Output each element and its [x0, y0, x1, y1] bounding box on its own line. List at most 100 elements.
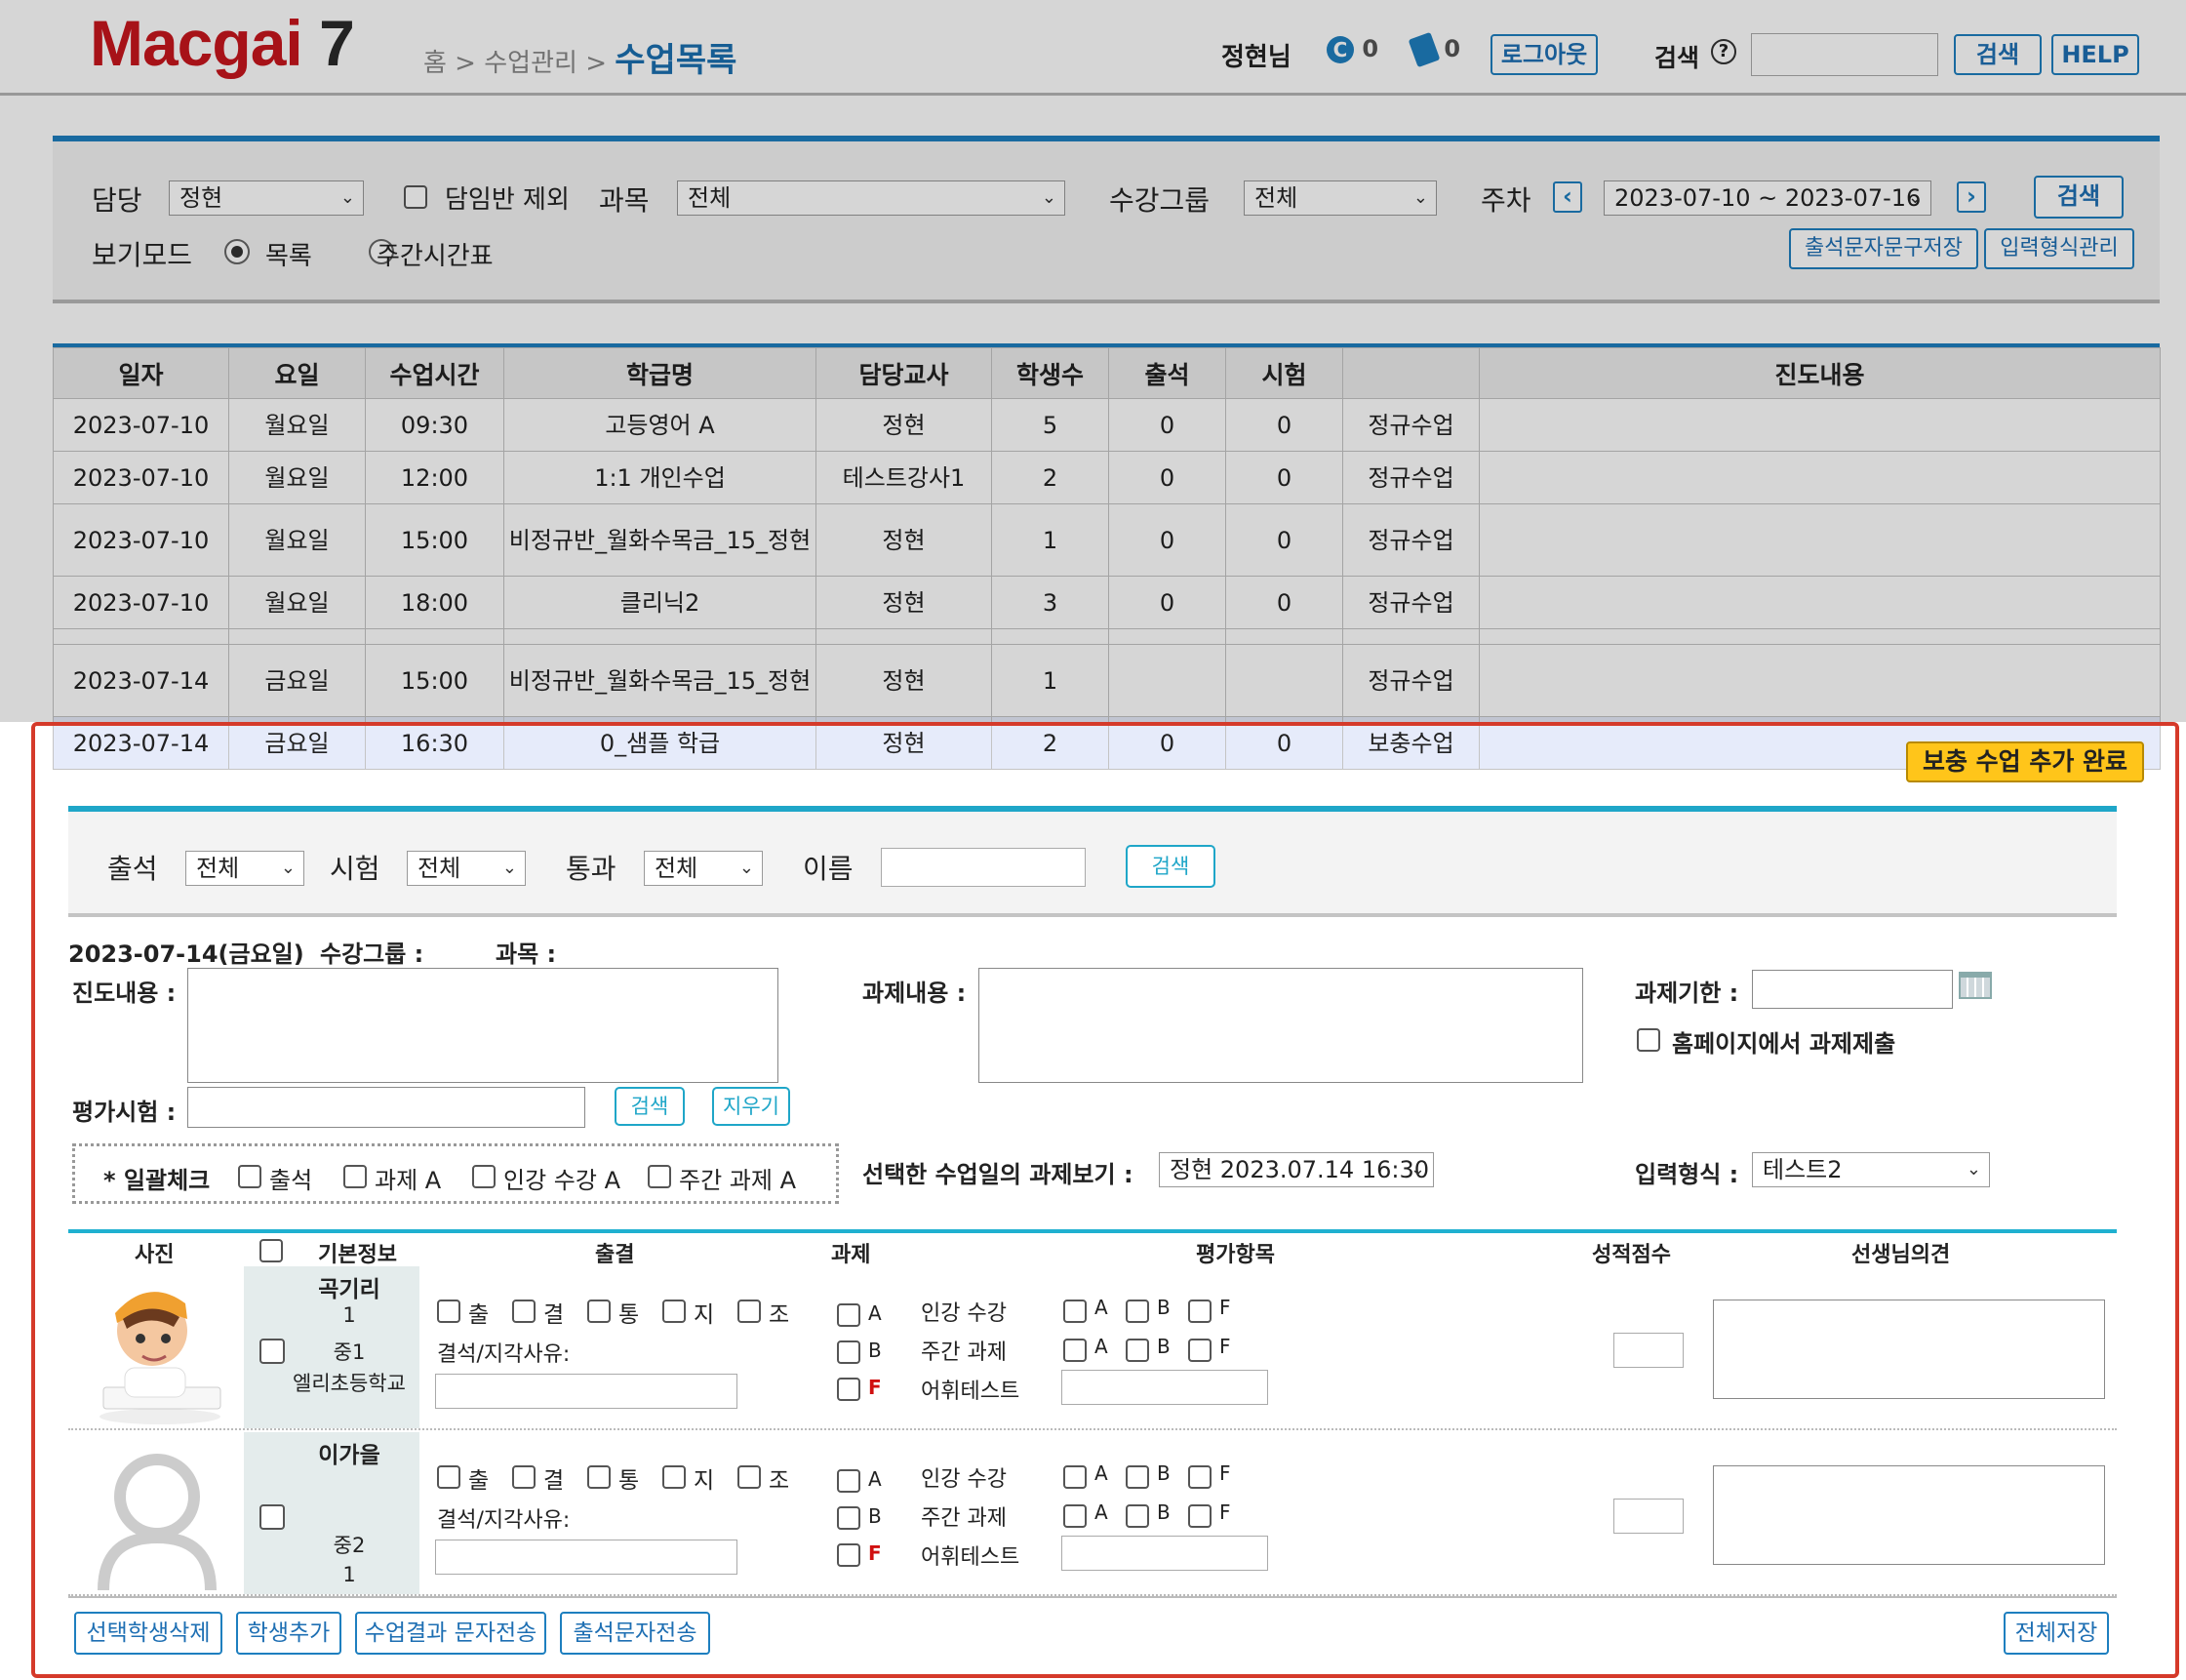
bulk-hw-checkbox[interactable]: [343, 1165, 367, 1188]
view-list-radio[interactable]: [224, 239, 250, 264]
absent-reason-input[interactable]: [435, 1540, 737, 1575]
group-field-label: 수강그룹 :: [320, 940, 424, 968]
next-week-icon[interactable]: ›: [1957, 181, 1986, 213]
header-search-button[interactable]: 검색: [1954, 34, 2042, 75]
attend-0-checkbox[interactable]: [437, 1300, 460, 1323]
grade-A-checkbox[interactable]: [1063, 1504, 1087, 1528]
hw-A-checkbox[interactable]: [837, 1303, 860, 1327]
student-grade: 중1: [333, 1340, 366, 1364]
table-row-selected[interactable]: 2023-07-14 금요일 16:30 0_샘플 학급 정현 2 0 0 보충수업: [53, 716, 2161, 770]
view-homework-select[interactable]: 정현 2023.07.14 16:30 ⌄: [1159, 1152, 1434, 1187]
grade-F-checkbox[interactable]: [1188, 1465, 1212, 1489]
select-all-checkbox[interactable]: [259, 1239, 283, 1262]
filter-name-input[interactable]: [881, 848, 1086, 887]
filter-attend-select[interactable]: 전체 ⌄: [185, 851, 304, 886]
coin-counter[interactable]: C 0: [1327, 35, 1378, 63]
absent-reason-input[interactable]: [435, 1374, 737, 1409]
score-input[interactable]: [1613, 1499, 1684, 1534]
attendance-sms-button[interactable]: 출석문자전송: [560, 1612, 710, 1655]
grade-B-checkbox[interactable]: [1126, 1339, 1149, 1362]
prev-week-icon[interactable]: ‹: [1553, 181, 1582, 213]
bulk-attend-checkbox[interactable]: [238, 1165, 261, 1188]
grade-option-label: B: [1157, 1500, 1171, 1524]
vocab-test-input[interactable]: [1061, 1536, 1268, 1571]
grade-option-label: B: [1157, 1296, 1171, 1319]
exam-clear-button[interactable]: 지우기: [712, 1087, 790, 1126]
homepage-submit-checkbox[interactable]: [1637, 1028, 1660, 1052]
input-format-button[interactable]: 입력형식관리: [1984, 228, 2134, 269]
hw-B-checkbox[interactable]: [837, 1340, 860, 1364]
attend-4-checkbox[interactable]: [737, 1465, 761, 1489]
deadline-input[interactable]: [1752, 970, 1953, 1009]
hw-F-checkbox[interactable]: [837, 1543, 860, 1567]
grade-F-checkbox[interactable]: [1188, 1339, 1212, 1362]
grid-col-eval: 평가항목: [1196, 1243, 1275, 1267]
teacher-select[interactable]: 정현 ⌄: [169, 180, 364, 216]
attend-0-checkbox[interactable]: [437, 1465, 460, 1489]
grade-B-checkbox[interactable]: [1126, 1300, 1149, 1323]
filter-exam-select[interactable]: 전체 ⌄: [407, 851, 526, 886]
breadcrumb: 홈 > 수업관리 > 수업목록: [423, 41, 737, 80]
logout-button[interactable]: 로그아웃: [1490, 34, 1598, 75]
delete-selected-button[interactable]: 선택학생삭제: [74, 1612, 222, 1655]
vocab-test-input[interactable]: [1061, 1370, 1268, 1405]
bulk-weekly-checkbox[interactable]: [648, 1165, 671, 1188]
grade-B-checkbox[interactable]: [1126, 1504, 1149, 1528]
breadcrumb-class-mgmt[interactable]: 수업관리: [484, 49, 577, 78]
subject-select[interactable]: 전체 ⌄: [677, 180, 1065, 216]
attend-2-checkbox[interactable]: [587, 1300, 611, 1323]
student-number: 1: [342, 1303, 356, 1327]
table-row[interactable]: 2023-07-10 월요일 15:00 비정규반_월화수목금_15_정현 정현 1 0 0 정…: [53, 503, 2161, 577]
exam-input[interactable]: [187, 1087, 585, 1128]
hw-B-checkbox[interactable]: [837, 1506, 860, 1530]
teacher-comment-textarea[interactable]: [1713, 1465, 2105, 1565]
help-circle-icon[interactable]: ?: [1711, 39, 1736, 64]
header-search-input[interactable]: [1751, 33, 1938, 76]
grade-A-checkbox[interactable]: [1063, 1465, 1087, 1489]
attend-2-checkbox[interactable]: [587, 1465, 611, 1489]
save-all-button[interactable]: 전체저장: [2004, 1612, 2109, 1655]
bulk-online-checkbox[interactable]: [472, 1165, 496, 1188]
score-input[interactable]: [1613, 1333, 1684, 1368]
filter-search-button[interactable]: 검색: [1126, 845, 1215, 888]
attend-1-checkbox[interactable]: [512, 1300, 536, 1323]
attend-option-label: 출: [468, 1468, 490, 1494]
table-row[interactable]: 2023-07-10 월요일 12:00 1:1 개인수업 테스트강사1 2 0 0 정규수업: [53, 451, 2161, 504]
table-row[interactable]: 2023-07-10 월요일 09:30 고등영어 A 정현 5 0 0 정규수업: [53, 398, 2161, 452]
exclude-homeroom-checkbox[interactable]: [404, 185, 427, 209]
table-row-spacer: [53, 628, 2161, 645]
progress-textarea[interactable]: [187, 968, 778, 1083]
grade-A-checkbox[interactable]: [1063, 1339, 1087, 1362]
week-select[interactable]: 2023-07-10 ~ 2023-07-16 ⌄: [1604, 180, 1931, 216]
attend-4-checkbox[interactable]: [737, 1300, 761, 1323]
filter-pass-select[interactable]: 전체 ⌄: [644, 851, 763, 886]
student-school: 엘리초등학교: [293, 1372, 406, 1395]
group-select[interactable]: 전체 ⌄: [1244, 180, 1437, 216]
panel-search-button[interactable]: 검색: [2034, 176, 2124, 219]
breadcrumb-home[interactable]: 홈: [423, 49, 447, 78]
grade-A-checkbox[interactable]: [1063, 1300, 1087, 1323]
table-row[interactable]: 2023-07-14 금요일 15:00 비정규반_월화수목금_15_정현 정현 1 정규수…: [53, 644, 2161, 717]
attend-1-checkbox[interactable]: [512, 1465, 536, 1489]
help-button[interactable]: HELP: [2051, 34, 2139, 75]
logo[interactable]: Macgai 7: [90, 6, 355, 80]
hw-F-checkbox[interactable]: [837, 1378, 860, 1401]
hw-A-checkbox[interactable]: [837, 1469, 860, 1493]
exam-search-button[interactable]: 검색: [615, 1087, 685, 1126]
ticket-counter[interactable]: 0: [1408, 31, 1460, 68]
result-sms-button[interactable]: 수업결과 문자전송: [355, 1612, 546, 1655]
attend-3-checkbox[interactable]: [662, 1465, 686, 1489]
student-select-checkbox[interactable]: [259, 1339, 285, 1364]
format-select[interactable]: 테스트2 ⌄: [1752, 1152, 1990, 1187]
grade-B-checkbox[interactable]: [1126, 1465, 1149, 1489]
grade-F-checkbox[interactable]: [1188, 1300, 1212, 1323]
table-row[interactable]: 2023-07-10 월요일 18:00 클리닉2 정현 3 0 0 정규수업: [53, 576, 2161, 629]
teacher-comment-textarea[interactable]: [1713, 1300, 2105, 1399]
attend-3-checkbox[interactable]: [662, 1300, 686, 1323]
add-student-button[interactable]: 학생추가: [236, 1612, 341, 1655]
grade-F-checkbox[interactable]: [1188, 1504, 1212, 1528]
save-attendance-msg-button[interactable]: 출석문자문구저장: [1789, 228, 1978, 269]
student-select-checkbox[interactable]: [259, 1504, 285, 1530]
homework-textarea[interactable]: [978, 968, 1583, 1083]
calendar-icon[interactable]: [1959, 972, 1992, 999]
